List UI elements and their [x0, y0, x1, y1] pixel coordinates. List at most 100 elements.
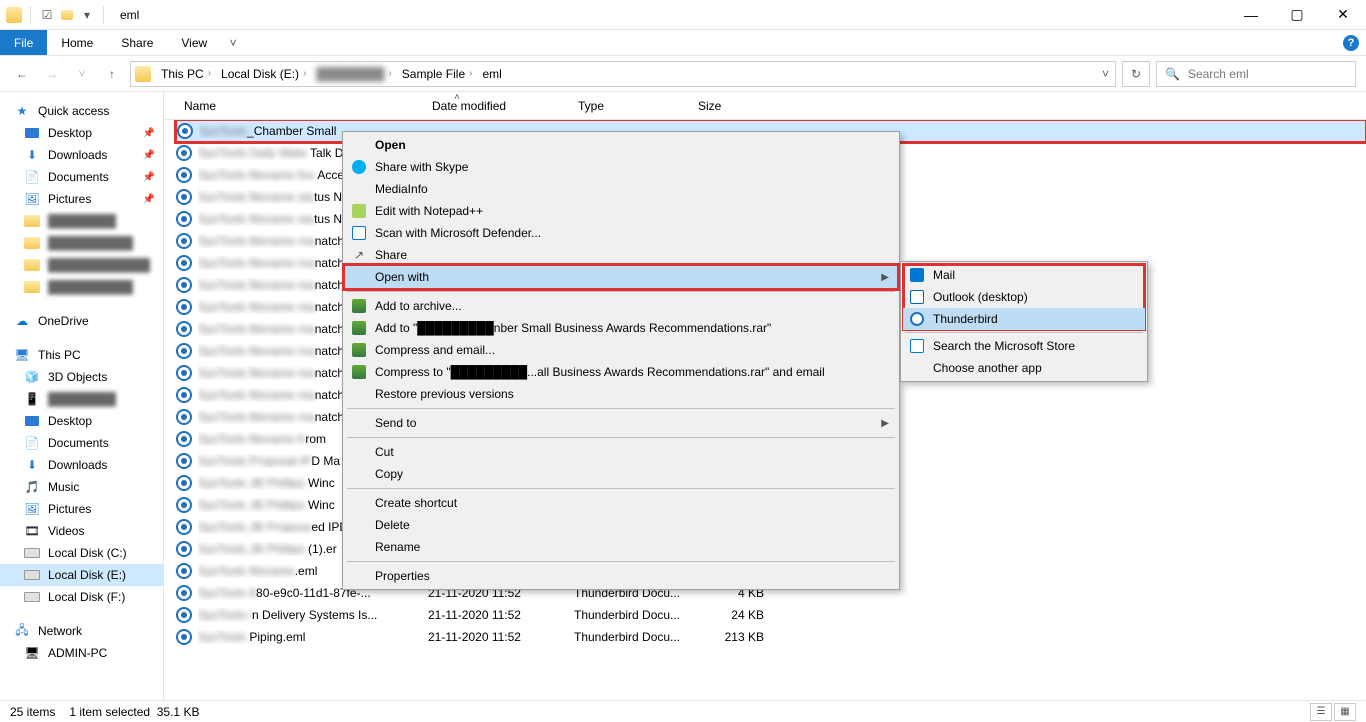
sub-another[interactable]: Choose another app [903, 357, 1145, 379]
thunderbird-file-icon [176, 299, 192, 315]
sidebar-documents2[interactable]: 📄Documents [0, 432, 163, 454]
view-large-button[interactable]: ▦ [1334, 703, 1356, 721]
sidebar-hidden-folder[interactable]: ████████████ [0, 254, 163, 276]
thunderbird-file-icon [176, 629, 192, 645]
nav-back-button[interactable]: ← [10, 62, 34, 86]
nav-recent-dropdown[interactable]: ˅ [70, 62, 94, 86]
sidebar-thispc[interactable]: 🖥This PC [0, 344, 163, 366]
sidebar-diskE[interactable]: Local Disk (E:) [0, 564, 163, 586]
ctx-add-to-rar[interactable]: Add to "█████████nber Small Business Awa… [345, 317, 897, 339]
maximize-button[interactable]: ▢ [1274, 0, 1320, 30]
sidebar-hidden-device[interactable]: 📱████████ [0, 388, 163, 410]
col-date[interactable]: Date modified [424, 99, 570, 113]
ctx-compress-email[interactable]: Compress and email... [345, 339, 897, 361]
ctx-separator [347, 291, 895, 292]
sidebar-videos[interactable]: 🎞Videos [0, 520, 163, 542]
ctx-open-with[interactable]: Open with▶ [345, 266, 897, 288]
search-box[interactable]: 🔍 Search eml [1156, 61, 1356, 87]
refresh-button[interactable]: ↻ [1122, 61, 1150, 87]
sidebar-quick-access[interactable]: ★Quick access [0, 100, 163, 122]
sidebar-desktop[interactable]: Desktop📌 [0, 122, 163, 144]
sub-outlook[interactable]: Outlook (desktop) [903, 286, 1145, 308]
sidebar-hidden-folder[interactable]: ██████████ [0, 276, 163, 298]
sidebar-downloads[interactable]: ⬇Downloads📌 [0, 144, 163, 166]
tab-share[interactable]: Share [107, 30, 167, 55]
file-row[interactable]: SysTools in Delivery Systems Is... 21-11… [176, 604, 1366, 626]
ctx-separator [347, 437, 895, 438]
thunderbird-file-icon [176, 343, 192, 359]
ctx-add-archive[interactable]: Add to archive... [345, 295, 897, 317]
crumb-drive[interactable]: Local Disk (E:)› [217, 67, 310, 81]
sidebar-onedrive[interactable]: ☁OneDrive [0, 310, 163, 332]
qat-properties-icon[interactable]: ☑ [39, 7, 55, 23]
crumb-hidden[interactable]: ████████› [312, 67, 395, 81]
sidebar-network[interactable]: 🖧Network [0, 620, 163, 642]
sub-thunderbird[interactable]: Thunderbird [903, 308, 1145, 330]
ribbon-collapse-icon[interactable]: ˅ [221, 30, 245, 55]
ctx-skype[interactable]: Share with Skype [345, 156, 897, 178]
sub-mail[interactable]: Mail [903, 264, 1145, 286]
thunderbird-file-icon [176, 233, 192, 249]
ctx-defender[interactable]: Scan with Microsoft Defender... [345, 222, 897, 244]
sidebar-hidden-folder[interactable]: ██████████ [0, 232, 163, 254]
thunderbird-file-icon [176, 321, 192, 337]
sidebar-documents[interactable]: 📄Documents📌 [0, 166, 163, 188]
crumb-eml[interactable]: eml [478, 67, 505, 81]
thunderbird-file-icon [176, 453, 192, 469]
file-row[interactable]: SysTools Piping.eml 21-11-2020 11:52 Thu… [176, 626, 1366, 648]
crumb-samplefile[interactable]: Sample File› [398, 67, 477, 81]
help-button[interactable]: ? [1336, 30, 1366, 55]
ctx-send-to[interactable]: Send to▶ [345, 412, 897, 434]
ctx-notepadpp[interactable]: Edit with Notepad++ [345, 200, 897, 222]
col-type[interactable]: Type [570, 99, 690, 113]
sidebar-pictures2[interactable]: 🖼Pictures [0, 498, 163, 520]
ctx-separator [347, 408, 895, 409]
sidebar-hidden-folder[interactable]: ████████ [0, 210, 163, 232]
nav-forward-button[interactable]: → [40, 62, 64, 86]
ctx-create-shortcut[interactable]: Create shortcut [345, 492, 897, 514]
sidebar-adminpc[interactable]: 🖥ADMIN-PC [0, 642, 163, 664]
tab-home[interactable]: Home [47, 30, 107, 55]
sidebar-diskC[interactable]: Local Disk (C:) [0, 542, 163, 564]
ctx-properties[interactable]: Properties [345, 565, 897, 587]
thunderbird-file-icon [176, 541, 192, 557]
openwith-submenu: Mail Outlook (desktop) Thunderbird Searc… [900, 261, 1148, 382]
ctx-restore[interactable]: Restore previous versions [345, 383, 897, 405]
ctx-delete[interactable]: Delete [345, 514, 897, 536]
minimize-button[interactable]: — [1228, 0, 1274, 30]
ctx-separator [347, 488, 895, 489]
ctx-rename[interactable]: Rename [345, 536, 897, 558]
sidebar-music[interactable]: 🎵Music [0, 476, 163, 498]
tab-file[interactable]: File [0, 30, 47, 55]
title-bar: ☑ ▾ eml — ▢ ✕ [0, 0, 1366, 30]
thunderbird-file-icon [176, 211, 192, 227]
nav-up-button[interactable]: ↑ [100, 62, 124, 86]
tab-view[interactable]: View [167, 30, 221, 55]
ctx-open[interactable]: Open [345, 134, 897, 156]
ctx-cut[interactable]: Cut [345, 441, 897, 463]
navigation-pane: ★Quick access Desktop📌 ⬇Downloads📌 📄Docu… [0, 92, 164, 700]
col-size[interactable]: Size [690, 99, 770, 113]
ctx-copy[interactable]: Copy [345, 463, 897, 485]
sidebar-downloads2[interactable]: ⬇Downloads [0, 454, 163, 476]
sidebar-pictures[interactable]: 🖼Pictures📌 [0, 188, 163, 210]
col-name[interactable]: Name [176, 99, 424, 113]
sub-store[interactable]: Search the Microsoft Store [903, 335, 1145, 357]
sidebar-3dobjects[interactable]: 🧊3D Objects [0, 366, 163, 388]
sidebar-desktop2[interactable]: Desktop [0, 410, 163, 432]
crumb-thispc[interactable]: This PC› [157, 67, 215, 81]
ctx-compress-to[interactable]: Compress to "█████████...all Business Aw… [345, 361, 897, 383]
thunderbird-file-icon [176, 365, 192, 381]
qat-newfolder-icon[interactable] [59, 7, 75, 23]
address-dropdown-icon[interactable]: ˅ [1102, 67, 1109, 81]
ctx-share[interactable]: ↗Share [345, 244, 897, 266]
thunderbird-file-icon [176, 607, 192, 623]
ctx-mediainfo[interactable]: MediaInfo [345, 178, 897, 200]
sidebar-diskF[interactable]: Local Disk (F:) [0, 586, 163, 608]
search-placeholder: Search eml [1188, 67, 1249, 81]
status-selected: 1 item selected 35.1 KB [69, 705, 199, 719]
close-button[interactable]: ✕ [1320, 0, 1366, 30]
address-bar[interactable]: This PC› Local Disk (E:)› ████████› Samp… [130, 61, 1116, 87]
qat-dropdown-icon[interactable]: ▾ [79, 7, 95, 23]
view-details-button[interactable]: ☰ [1310, 703, 1332, 721]
